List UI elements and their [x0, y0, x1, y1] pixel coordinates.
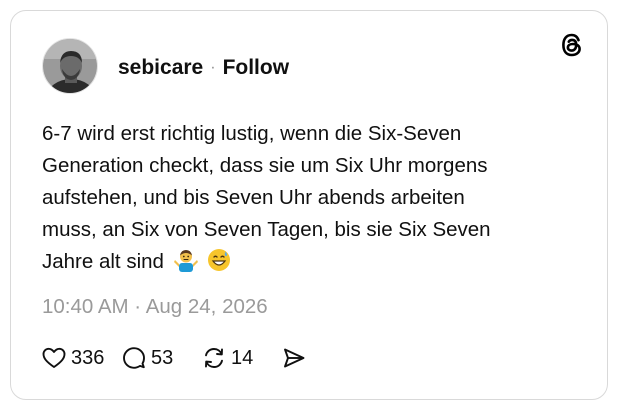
post-text-line: Generation checkt, dass sie um Six Uhr m… [42, 154, 488, 177]
post-text-line: aufstehen, und bis Seven Uhr abends arbe… [42, 186, 465, 209]
avatar[interactable] [42, 38, 98, 94]
heart-icon [42, 347, 66, 369]
post-header: sebicare · Follow [118, 55, 289, 81]
speech-bubble-icon [122, 346, 146, 370]
repost-count: 14 [231, 346, 254, 369]
like-button[interactable]: 336 [42, 347, 122, 370]
post-timestamp[interactable]: 10:40 AM · Aug 24, 2026 [42, 295, 268, 319]
post-text-line: muss, an Six von Seven Tagen, bis sie Si… [42, 218, 491, 241]
repost-icon [202, 346, 226, 370]
post-text: 6-7 wird erst richtig lustig, wenn die S… [42, 118, 562, 282]
reply-count: 53 [151, 346, 174, 369]
post-text-line-last: Jahre alt sind [42, 246, 562, 282]
post-text-line: 6-7 wird erst richtig lustig, wenn die S… [42, 122, 462, 145]
username[interactable]: sebicare [118, 56, 203, 80]
man-shrugging-emoji [173, 248, 198, 282]
like-count: 336 [71, 346, 105, 369]
action-bar: 336 53 14 [42, 344, 306, 372]
repost-button[interactable]: 14 [202, 346, 282, 370]
send-icon [282, 346, 306, 370]
threads-logo-icon[interactable] [559, 32, 585, 58]
header-separator: · [210, 59, 216, 76]
grinning-sweat-emoji [207, 248, 231, 282]
post-text-line: Jahre alt sind [42, 250, 164, 273]
share-button[interactable] [282, 346, 306, 370]
post-card: sebicare · Follow 6-7 wird erst richtig … [10, 10, 608, 400]
reply-button[interactable]: 53 [122, 346, 202, 370]
follow-button[interactable]: Follow [223, 56, 290, 80]
